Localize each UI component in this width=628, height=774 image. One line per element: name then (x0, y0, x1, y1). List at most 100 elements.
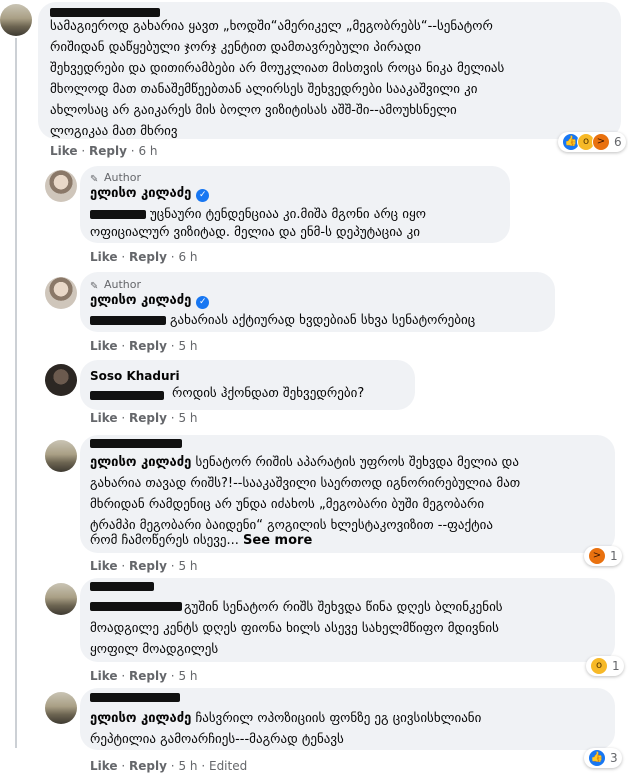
reply-link[interactable]: Reply (129, 250, 167, 264)
like-reaction-icon: 👍 (588, 749, 606, 767)
commenter-name-text[interactable]: ელისო კილაძე (90, 186, 191, 201)
avatar[interactable] (45, 692, 77, 724)
reaction-count: 3 (610, 751, 618, 765)
reactions-summary[interactable]: o 1 (586, 656, 624, 676)
like-link[interactable]: Like (90, 411, 118, 425)
redacted-tag (90, 391, 164, 400)
author-label: Author (104, 171, 142, 184)
see-more-link[interactable]: See more (243, 533, 312, 548)
reply-link[interactable]: Reply (129, 759, 167, 773)
comment-actions: Like · Reply · 5 h (90, 411, 198, 425)
commenter-name[interactable]: ელისო კილაძე ✓ (90, 293, 210, 309)
comment-text-line: გახარიას აქტიურად ხვდებიან სხვა სენატორე… (170, 313, 476, 328)
separator-dot: · (170, 559, 175, 573)
timestamp[interactable]: 5 h (178, 759, 197, 773)
commenter-name[interactable]: Soso Khaduri (90, 369, 180, 383)
comment-text-line: რიშიდან დაწყებული ჯორჯ კენტით დამთავრებუ… (50, 40, 422, 55)
timestamp[interactable]: 5 h (178, 559, 197, 573)
reaction-count: 1 (612, 659, 620, 673)
separator-dot: · (130, 144, 135, 158)
avatar[interactable] (45, 277, 77, 309)
comment-actions: Like · Reply · 6 h (50, 144, 158, 158)
redacted-tag (90, 602, 182, 611)
like-link[interactable]: Like (90, 759, 118, 773)
comment-text-line: რომ ჩამოწერეს ისევე... See more (90, 530, 312, 551)
reactions-summary[interactable]: > 1 (584, 546, 622, 566)
comment-text-line: გუშინ სენატორ რიშს შეხვდა წინა დღეს ბლინ… (184, 600, 503, 615)
commenter-name-text[interactable]: ელისო კილაძე (90, 293, 191, 308)
like-link[interactable]: Like (50, 144, 78, 158)
like-link[interactable]: Like (90, 339, 118, 353)
comment-text-line: ელისო კილაძე სენატორ რიშის აპარატის უფრო… (90, 452, 519, 473)
reply-link[interactable]: Reply (89, 144, 127, 158)
separator-dot: · (121, 669, 126, 683)
like-link[interactable]: Like (90, 250, 118, 264)
angry-reaction-icon: > (588, 547, 606, 565)
reply-link[interactable]: Reply (129, 559, 167, 573)
timestamp[interactable]: 5 h (178, 669, 197, 683)
comment-text-line: როდის ჰქონდათ შეხვედრები? (172, 386, 365, 401)
redacted-name (90, 693, 180, 702)
separator-dot: · (170, 339, 175, 353)
reactions-summary[interactable]: 👍 3 (584, 748, 622, 768)
comment-text-line: სამაგიეროდ გახარია ყავთ „ხოდში“ამერიკელ … (50, 19, 493, 34)
avatar[interactable] (45, 440, 77, 472)
comment-text-line: მხოლოდ მათ თანაშემწეებთან ალირსეს შეხვედ… (50, 82, 478, 97)
reactions-summary[interactable]: 👍 o > 6 (558, 132, 626, 152)
verified-badge-icon: ✓ (196, 296, 210, 309)
separator-dot: · (170, 669, 175, 683)
redacted-name (90, 439, 182, 448)
separator-dot: · (170, 250, 175, 264)
commenter-name[interactable]: ელისო კილაძე ✓ (90, 186, 210, 202)
avatar[interactable] (45, 364, 77, 396)
timestamp[interactable]: 6 h (138, 144, 157, 158)
redacted-tag (90, 210, 146, 219)
thread-line (15, 38, 17, 748)
separator-dot: · (121, 411, 126, 425)
avatar[interactable] (45, 583, 77, 615)
wow-reaction-icon: o (590, 657, 608, 675)
comment-actions: Like · Reply · 5 h · Edited (90, 759, 247, 773)
tagged-user[interactable]: ელისო კილაძე (90, 711, 191, 726)
comment-text: სენატორ რიშის აპარატის უფროს შეხვდა მელი… (195, 455, 519, 470)
edited-label: Edited (208, 759, 248, 773)
separator-dot: · (121, 339, 126, 353)
like-link[interactable]: Like (90, 669, 118, 683)
comment-text-line: მოადგილე კენტს დღეს ფიონა ხილს ასევე სახ… (90, 621, 499, 636)
comment-text-line: ოფიციალურ ვიზიტად. მელია და ენმ-ს დეპუტა… (90, 225, 421, 240)
comment-text-line: შეხვედრები და დითირამბები არ მოუკლიათ მი… (50, 61, 505, 76)
pencil-icon: ✎ (90, 174, 99, 185)
timestamp[interactable]: 5 h (178, 339, 197, 353)
reply-link[interactable]: Reply (129, 669, 167, 683)
pencil-icon: ✎ (90, 281, 99, 292)
verified-badge-icon: ✓ (196, 189, 210, 202)
timestamp[interactable]: 6 h (178, 250, 197, 264)
separator-dot: · (121, 759, 126, 773)
timestamp[interactable]: 5 h (178, 411, 197, 425)
comment-text-line: ყოფილ მოადგილეს (90, 642, 219, 657)
separator-dot: · (81, 144, 86, 158)
comment-text-line: ელისო კილაძე ჩასვრილ ოპოზიციის ფონზე ეგ … (90, 708, 481, 729)
comment-actions: Like · Reply · 5 h (90, 339, 198, 353)
reply-link[interactable]: Reply (129, 339, 167, 353)
comment-text-line: რეპტილია გამოარჩიეს---მაგრად ტენავს (90, 732, 344, 747)
comment-text-line: ლოგიკაა მათ მხრივ (50, 124, 178, 139)
avatar[interactable] (45, 170, 77, 202)
author-badge: ✎ Author (90, 171, 142, 185)
separator-dot: · (170, 759, 175, 773)
reply-link[interactable]: Reply (129, 411, 167, 425)
comment-text-line: გახარია თავად რიშს?!--სააკაშვილი საერთოდ… (90, 476, 521, 491)
redacted-name (90, 582, 154, 591)
reaction-count: 1 (610, 549, 618, 563)
comment-text: ჩასვრილ ოპოზიციის ფონზე ეგ ცივსისხლიანი (195, 711, 482, 726)
tagged-user[interactable]: ელისო კილაძე (90, 455, 191, 470)
separator-dot: · (121, 250, 126, 264)
comment-actions: Like · Reply · 6 h (90, 250, 198, 264)
reaction-count: 6 (614, 135, 622, 149)
angry-reaction-icon: > (592, 133, 610, 151)
separator-dot: · (170, 411, 175, 425)
like-link[interactable]: Like (90, 559, 118, 573)
avatar[interactable] (0, 4, 32, 36)
author-badge: ✎ Author (90, 278, 142, 292)
author-label: Author (104, 278, 142, 291)
